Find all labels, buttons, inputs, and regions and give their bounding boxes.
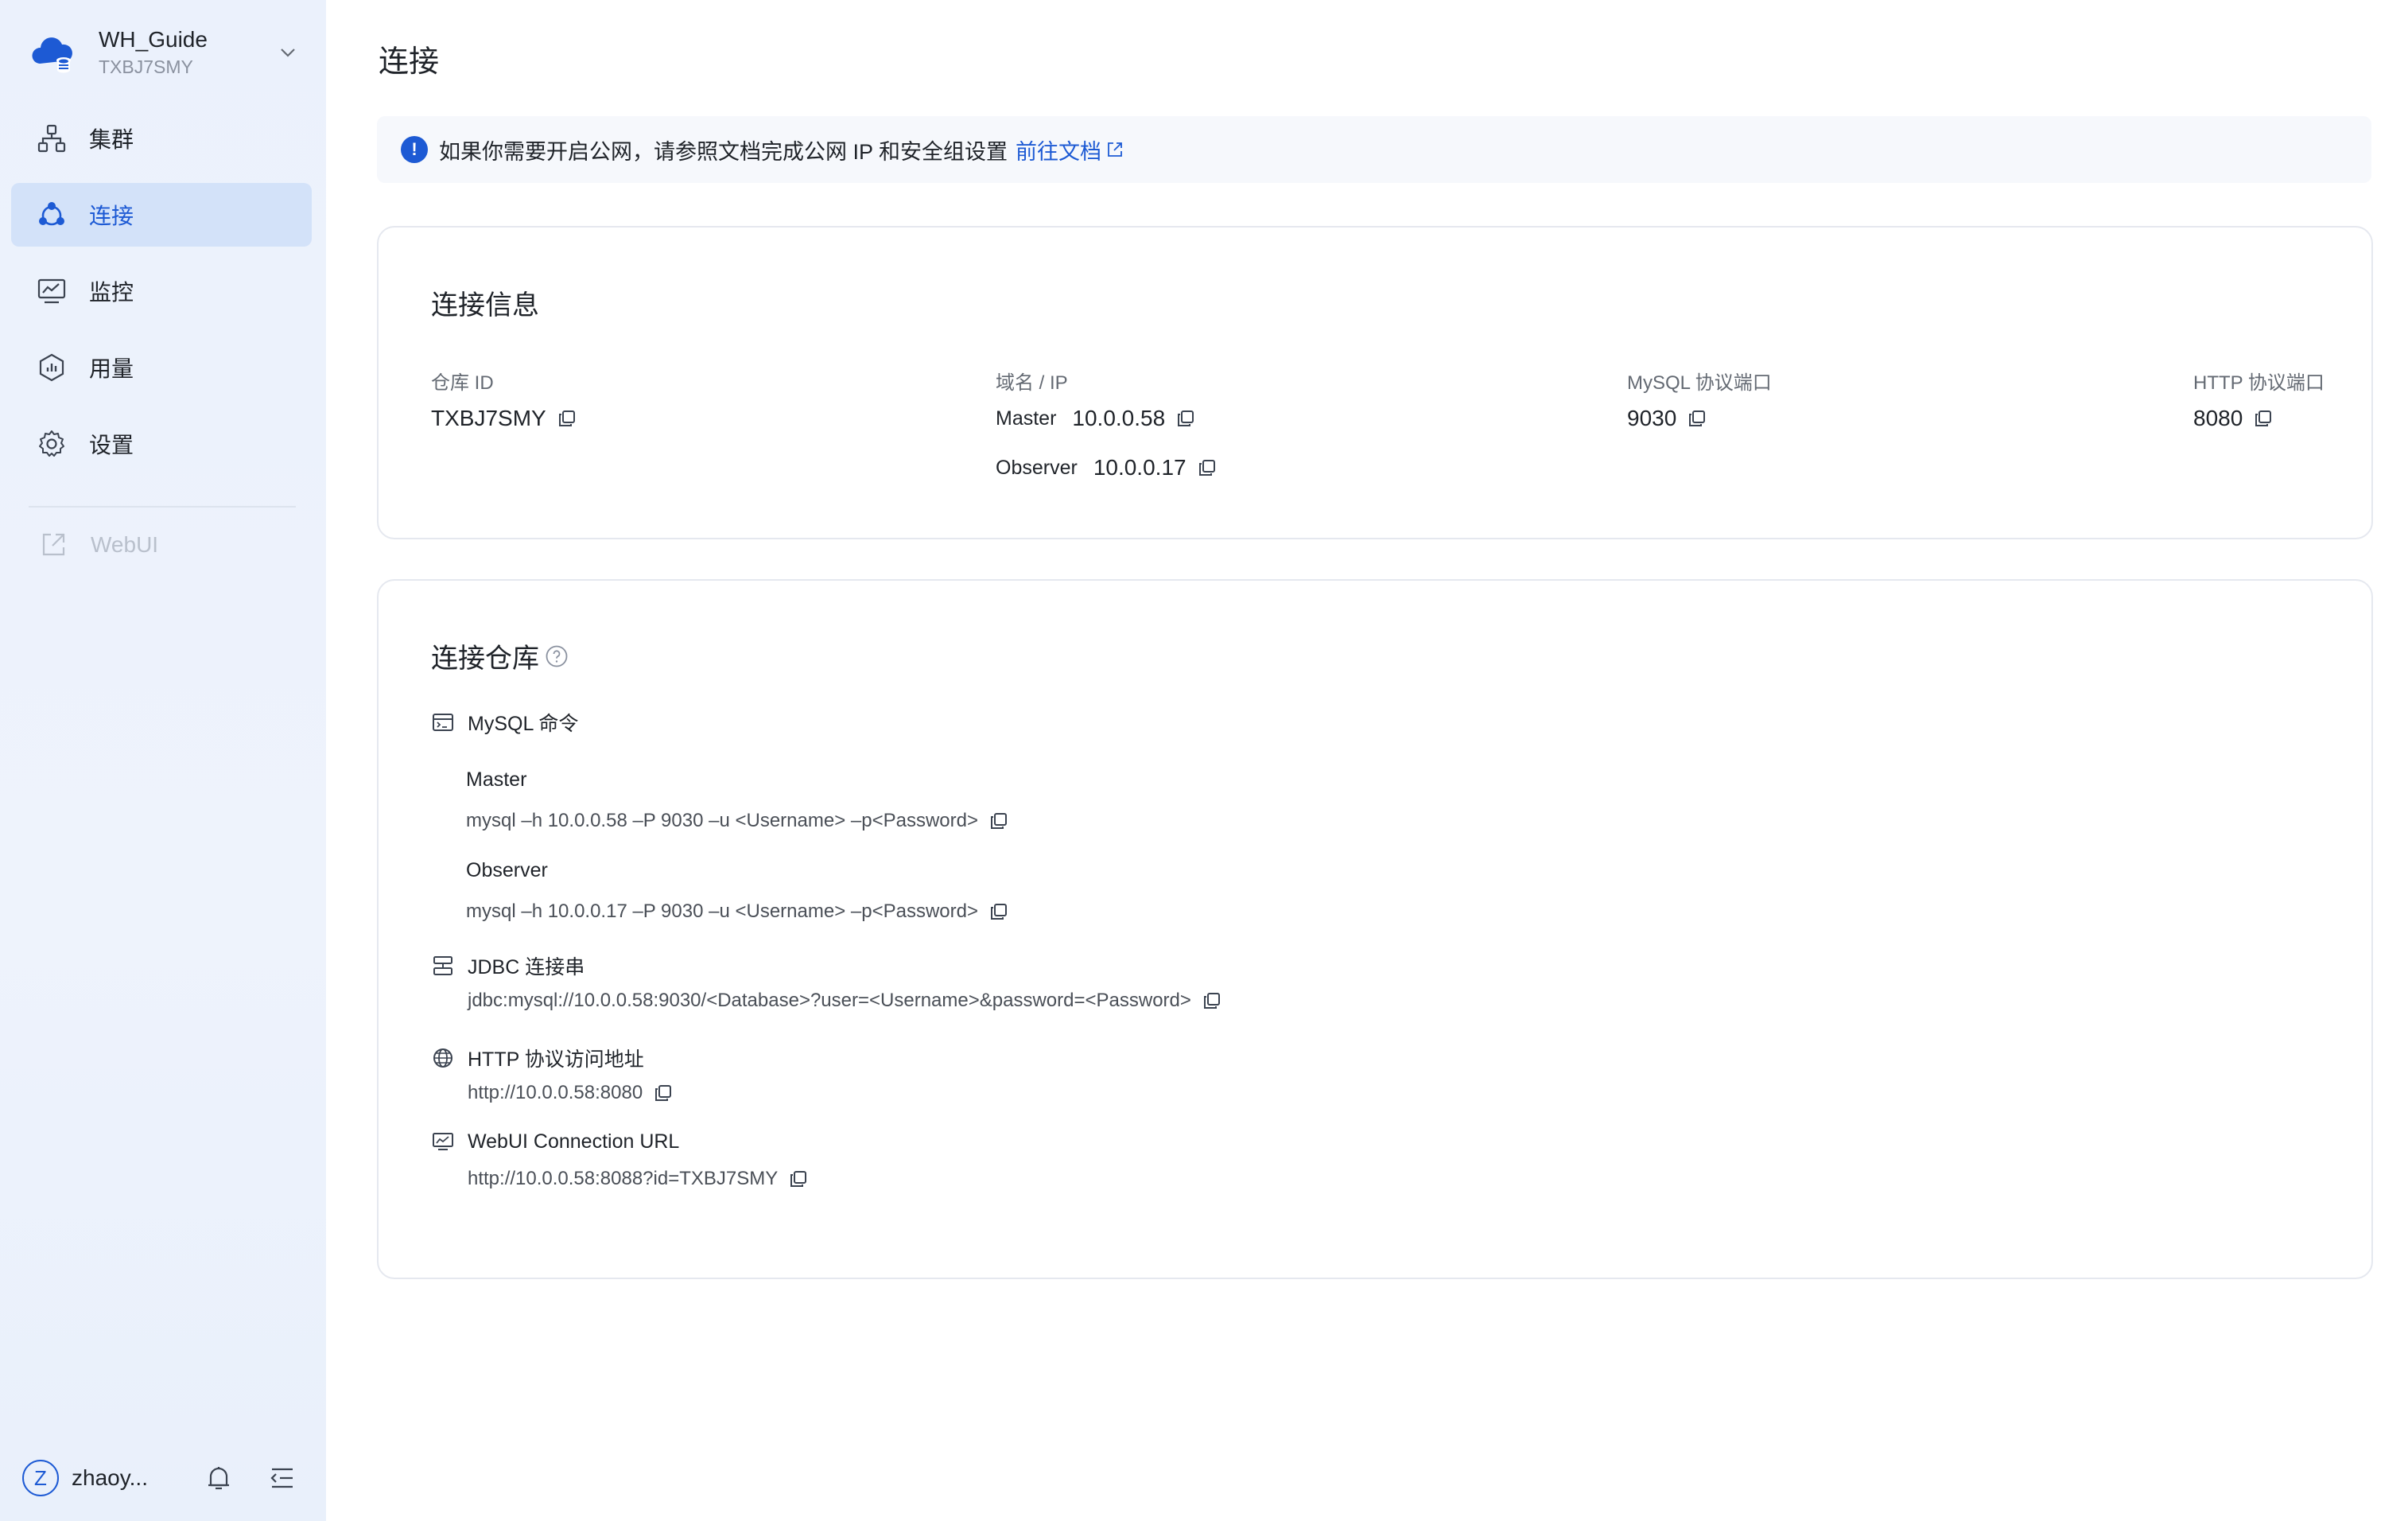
connection-info-card: 连接信息 仓库 ID TXBJ7SMY 域名 / IP Master 10.0.… (377, 226, 2373, 539)
workspace-name: WH_Guide (99, 27, 208, 52)
webui-url-text: http://10.0.0.58:8088?id=TXBJ7SMY (468, 1168, 779, 1189)
copy-icon[interactable] (557, 409, 577, 428)
copy-icon[interactable] (2254, 409, 2273, 428)
domain-ip-label: 域名 / IP (996, 372, 1068, 394)
mysql-master-command: mysql –h 10.0.0.58 –P 9030 –u <Username>… (466, 810, 1008, 832)
jdbc-section-title: JDBC 连接串 (468, 956, 585, 978)
sidebar-item-label: 用量 (89, 356, 134, 381)
warehouse-id-label: 仓库 ID (431, 372, 494, 394)
jdbc-url-text: jdbc:mysql://10.0.0.58:9030/<Database>?u… (468, 990, 1191, 1011)
mysql-port-label: MySQL 协议端口 (1627, 372, 1772, 394)
http-section-header: HTTP 协议访问地址 (431, 1044, 644, 1072)
mysql-master-label: Master (466, 768, 527, 791)
copy-icon[interactable] (1176, 409, 1195, 428)
master-label: Master (996, 407, 1057, 430)
sidebar-item-usage[interactable]: 用量 (11, 336, 312, 399)
sidebar-item-cluster[interactable]: 集群 (11, 107, 312, 170)
sidebar-item-label: 设置 (89, 433, 134, 457)
sidebar-item-label: 集群 (89, 127, 134, 152)
warehouse-id-value: TXBJ7SMY (431, 406, 546, 430)
webui-section-header: WebUI Connection URL (431, 1130, 679, 1153)
sidebar: WH_Guide TXBJ7SMY 集群 连接 监控 用量 设置 WebUI Z… (0, 0, 326, 1521)
copy-icon[interactable] (1202, 991, 1221, 1010)
sidebar-item-label: 监控 (89, 280, 134, 305)
workspace-id: TXBJ7SMY (99, 56, 193, 77)
copy-icon[interactable] (989, 902, 1008, 921)
usage-icon (39, 353, 64, 382)
jdbc-url: jdbc:mysql://10.0.0.58:9030/<Database>?u… (468, 990, 1221, 1012)
warehouse-id-field: 仓库 ID TXBJ7SMY (431, 371, 577, 434)
sidebar-item-label: 连接 (89, 204, 134, 228)
workspace-switcher[interactable]: WH_Guide TXBJ7SMY (29, 19, 299, 86)
alert-text: 如果你需要开启公网，请参照文档完成公网 IP 和安全组设置 (439, 139, 1008, 164)
chevron-down-icon[interactable] (277, 41, 299, 64)
cloud-database-icon (32, 37, 72, 73)
webui-section-title: WebUI Connection URL (468, 1130, 680, 1153)
help-icon[interactable] (544, 644, 569, 669)
sidebar-footer: Z zhaoy... (22, 1456, 305, 1500)
sidebar-item-settings[interactable]: 设置 (11, 412, 312, 476)
mysql-observer-command: mysql –h 10.0.0.17 –P 9030 –u <Username>… (466, 901, 1008, 923)
external-link-icon (1108, 142, 1122, 157)
docs-link-label: 前往文档 (1016, 139, 1102, 164)
globe-icon (433, 1048, 452, 1068)
mysql-observer-label: Observer (466, 859, 548, 881)
connect-warehouse-title-text: 连接仓库 (431, 644, 539, 674)
sidebar-divider (29, 506, 296, 508)
sidebar-item-label: WebUI (91, 532, 159, 557)
copy-icon[interactable] (1198, 458, 1217, 477)
connect-warehouse-title: 连接仓库 (431, 636, 569, 675)
sidebar-item-connect[interactable]: 连接 (11, 183, 312, 247)
docs-link[interactable]: 前往文档 (1016, 134, 1124, 165)
cluster-icon (37, 124, 66, 153)
jdbc-section-header: JDBC 连接串 (431, 951, 585, 980)
connect-icon (39, 202, 64, 226)
http-url: http://10.0.0.58:8080 (468, 1082, 673, 1104)
http-port-field: HTTP 协议端口 8080 (2193, 371, 2324, 434)
http-section-title: HTTP 协议访问地址 (468, 1048, 644, 1071)
sidebar-item-webui[interactable]: WebUI (40, 531, 158, 558)
mysql-port-field: MySQL 协议端口 9030 (1627, 371, 1772, 434)
mysql-port-value: 9030 (1627, 406, 1677, 430)
http-port-label: HTTP 协议端口 (2193, 372, 2324, 394)
http-url-text: http://10.0.0.58:8080 (468, 1082, 643, 1103)
domain-ip-field: 域名 / IP Master 10.0.0.58 Observer 10.0.0… (996, 371, 1217, 484)
sidebar-nav: 集群 连接 监控 用量 设置 (11, 107, 312, 488)
copy-icon[interactable] (1688, 409, 1707, 428)
webui-url: http://10.0.0.58:8088?id=TXBJ7SMY (468, 1168, 808, 1190)
connection-info-title: 连接信息 (431, 290, 539, 321)
mysql-master-command-text: mysql –h 10.0.0.58 –P 9030 –u <Username>… (466, 810, 978, 831)
terminal-icon (433, 714, 453, 731)
settings-icon (39, 430, 64, 457)
mysql-observer-command-text: mysql –h 10.0.0.17 –P 9030 –u <Username>… (466, 901, 978, 922)
avatar[interactable]: Z (22, 1460, 59, 1496)
master-ip-value: 10.0.0.58 (1072, 406, 1166, 430)
user-name[interactable]: zhaoy... (72, 1465, 167, 1491)
server-icon (433, 956, 452, 975)
monitor-chart-icon (433, 1133, 453, 1150)
connect-warehouse-card: 连接仓库 MySQL 命令 Master mysql –h 10.0.0.58 … (377, 579, 2373, 1279)
observer-ip-value: 10.0.0.17 (1093, 455, 1187, 480)
collapse-sidebar-icon[interactable] (267, 1463, 297, 1493)
copy-icon[interactable] (789, 1169, 808, 1188)
external-link-icon (42, 533, 65, 556)
bell-icon[interactable] (204, 1463, 234, 1493)
copy-icon[interactable] (654, 1083, 673, 1103)
mysql-section-title: MySQL 命令 (468, 713, 579, 735)
mysql-section-header: MySQL 命令 (431, 708, 578, 737)
sidebar-item-monitor[interactable]: 监控 (11, 259, 312, 323)
copy-icon[interactable] (989, 811, 1008, 831)
observer-label: Observer (996, 457, 1078, 479)
info-icon: ! (401, 136, 428, 163)
monitor-icon (37, 278, 66, 304)
page-title: 连接 (379, 45, 440, 79)
info-alert: ! 如果你需要开启公网，请参照文档完成公网 IP 和安全组设置 前往文档 (377, 116, 2371, 183)
http-port-value: 8080 (2193, 406, 2243, 430)
